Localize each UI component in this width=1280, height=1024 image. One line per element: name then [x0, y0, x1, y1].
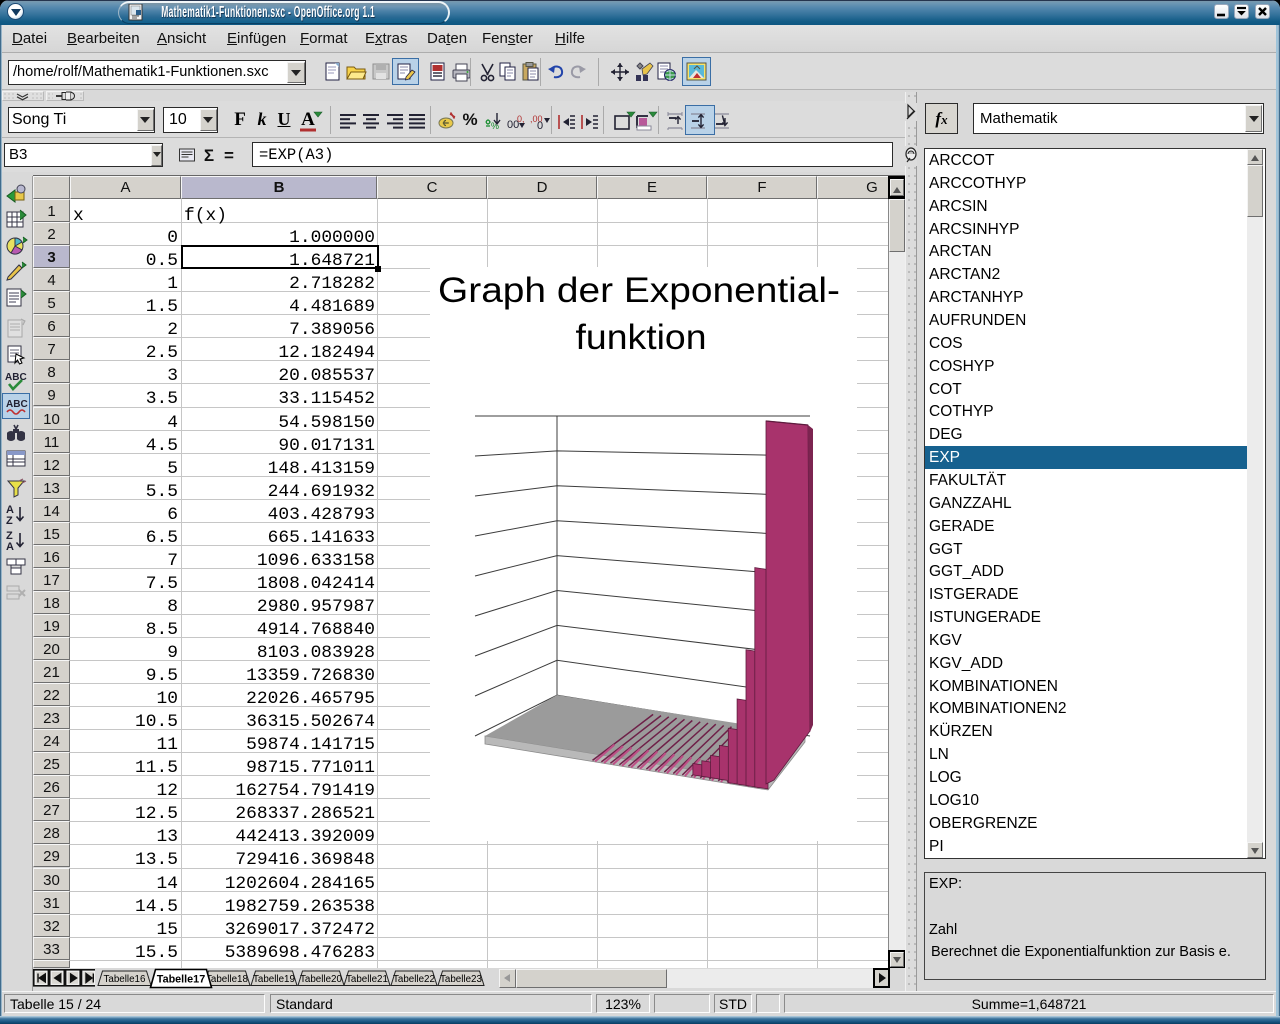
svg-text:Tabelle19: Tabelle19 — [253, 974, 295, 985]
svg-text:Graph der Exponential-: Graph der Exponential- — [438, 271, 840, 310]
svg-text:funktion: funktion — [576, 318, 707, 357]
svg-text:Tabelle18: Tabelle18 — [206, 974, 248, 985]
svg-text:Tabelle23: Tabelle23 — [440, 974, 482, 985]
svg-text:Z: Z — [6, 515, 13, 527]
svg-text:Tabelle21: Tabelle21 — [346, 974, 388, 985]
svg-text:A: A — [6, 541, 14, 553]
svg-text:0,: 0, — [517, 114, 525, 124]
svg-text:Tabelle17: Tabelle17 — [157, 974, 205, 986]
svg-text:Tabelle22: Tabelle22 — [393, 974, 435, 985]
svg-text:Tabelle20: Tabelle20 — [300, 974, 342, 985]
svg-text:ABC: ABC — [6, 399, 28, 410]
svg-text:0: 0 — [537, 120, 543, 132]
svg-text:Tabelle16: Tabelle16 — [104, 974, 146, 985]
svg-text:ABC: ABC — [5, 372, 27, 383]
